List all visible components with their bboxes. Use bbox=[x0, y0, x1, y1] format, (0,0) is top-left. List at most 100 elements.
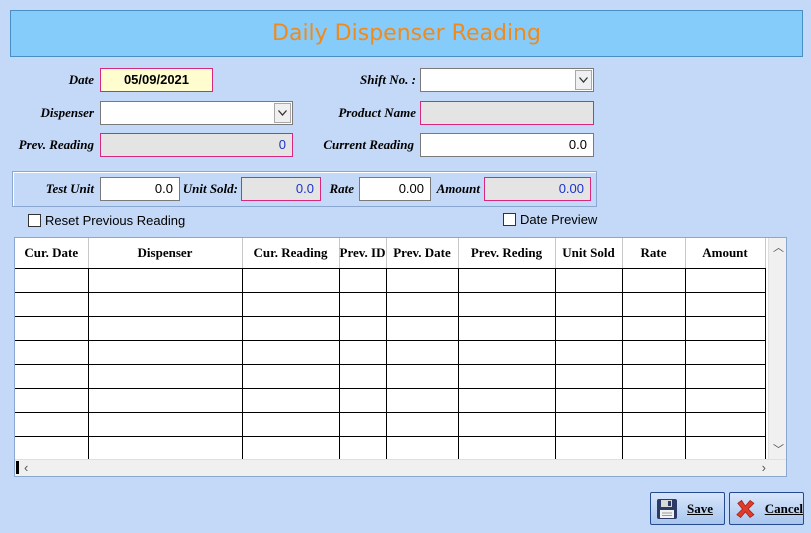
column-header[interactable]: Cur. Date bbox=[15, 238, 89, 269]
table-cell[interactable] bbox=[386, 436, 459, 461]
cancel-button[interactable]: Cancel bbox=[729, 492, 804, 525]
shift-select[interactable] bbox=[420, 68, 594, 92]
table-cell[interactable] bbox=[458, 436, 556, 461]
table-cell[interactable] bbox=[242, 364, 340, 389]
table-row[interactable] bbox=[15, 412, 766, 437]
table-cell[interactable] bbox=[555, 292, 623, 317]
column-header[interactable]: Prev. Reding bbox=[458, 238, 556, 269]
table-cell[interactable] bbox=[242, 436, 340, 461]
table-cell[interactable] bbox=[386, 268, 459, 293]
table-cell[interactable] bbox=[555, 268, 623, 293]
vertical-scrollbar[interactable]: ︿ ﹀ bbox=[768, 238, 786, 460]
table-cell[interactable] bbox=[15, 436, 89, 461]
table-cell[interactable] bbox=[15, 388, 89, 413]
table-cell[interactable] bbox=[685, 340, 766, 365]
table-cell[interactable] bbox=[88, 364, 243, 389]
column-header[interactable]: Amount bbox=[685, 238, 766, 269]
table-cell[interactable] bbox=[622, 388, 686, 413]
horizontal-scrollbar[interactable]: ‹ › bbox=[15, 459, 786, 476]
table-cell[interactable] bbox=[685, 292, 766, 317]
table-cell[interactable] bbox=[242, 268, 340, 293]
table-cell[interactable] bbox=[15, 412, 89, 437]
date-preview-checkbox[interactable]: Date Preview bbox=[503, 212, 597, 227]
table-cell[interactable] bbox=[88, 340, 243, 365]
table-cell[interactable] bbox=[622, 292, 686, 317]
table-cell[interactable] bbox=[15, 340, 89, 365]
table-cell[interactable] bbox=[15, 364, 89, 389]
table-cell[interactable] bbox=[339, 340, 387, 365]
column-header[interactable]: Rate bbox=[622, 238, 686, 269]
scroll-up-icon[interactable]: ︿ bbox=[773, 242, 784, 254]
table-row[interactable] bbox=[15, 292, 766, 317]
table-cell[interactable] bbox=[555, 364, 623, 389]
table-cell[interactable] bbox=[458, 340, 556, 365]
table-cell[interactable] bbox=[458, 412, 556, 437]
chevron-down-icon[interactable] bbox=[575, 70, 592, 90]
table-cell[interactable] bbox=[386, 412, 459, 437]
scroll-down-icon[interactable]: ﹀ bbox=[773, 444, 784, 456]
chevron-down-icon[interactable] bbox=[274, 103, 291, 123]
table-cell[interactable] bbox=[555, 388, 623, 413]
table-cell[interactable] bbox=[15, 316, 89, 341]
table-cell[interactable] bbox=[685, 316, 766, 341]
column-header[interactable]: Prev. ID bbox=[339, 238, 387, 269]
table-cell[interactable] bbox=[386, 364, 459, 389]
table-cell[interactable] bbox=[339, 388, 387, 413]
checkbox-box[interactable] bbox=[503, 213, 516, 226]
table-cell[interactable] bbox=[386, 340, 459, 365]
table-cell[interactable] bbox=[339, 292, 387, 317]
table-cell[interactable] bbox=[685, 268, 766, 293]
table-cell[interactable] bbox=[622, 340, 686, 365]
table-cell[interactable] bbox=[622, 364, 686, 389]
column-header[interactable]: Unit Sold bbox=[555, 238, 623, 269]
table-cell[interactable] bbox=[685, 436, 766, 461]
date-field[interactable]: 05/09/2021 bbox=[100, 68, 213, 92]
column-header[interactable]: Cur. Reading bbox=[242, 238, 340, 269]
table-row[interactable] bbox=[15, 316, 766, 341]
table-cell[interactable] bbox=[622, 268, 686, 293]
current-reading-input[interactable]: 0.0 bbox=[420, 133, 594, 157]
table-cell[interactable] bbox=[685, 412, 766, 437]
table-cell[interactable] bbox=[88, 412, 243, 437]
table-cell[interactable] bbox=[685, 364, 766, 389]
table-cell[interactable] bbox=[242, 340, 340, 365]
rate-input[interactable]: 0.00 bbox=[359, 177, 431, 201]
table-cell[interactable] bbox=[555, 412, 623, 437]
reset-previous-checkbox[interactable]: Reset Previous Reading bbox=[28, 213, 185, 228]
table-cell[interactable] bbox=[386, 388, 459, 413]
table-cell[interactable] bbox=[339, 436, 387, 461]
table-cell[interactable] bbox=[458, 388, 556, 413]
table-cell[interactable] bbox=[458, 316, 556, 341]
table-row[interactable] bbox=[15, 364, 766, 389]
table-cell[interactable] bbox=[458, 292, 556, 317]
table-cell[interactable] bbox=[339, 268, 387, 293]
table-cell[interactable] bbox=[555, 316, 623, 341]
dispenser-select[interactable] bbox=[100, 101, 293, 125]
table-cell[interactable] bbox=[622, 436, 686, 461]
table-cell[interactable] bbox=[88, 388, 243, 413]
table-cell[interactable] bbox=[88, 292, 243, 317]
table-cell[interactable] bbox=[386, 316, 459, 341]
table-cell[interactable] bbox=[458, 364, 556, 389]
checkbox-box[interactable] bbox=[28, 214, 41, 227]
scroll-left-icon[interactable]: ‹ bbox=[24, 461, 28, 474]
table-cell[interactable] bbox=[88, 436, 243, 461]
table-cell[interactable] bbox=[15, 292, 89, 317]
table-cell[interactable] bbox=[622, 412, 686, 437]
table-cell[interactable] bbox=[339, 364, 387, 389]
table-cell[interactable] bbox=[242, 388, 340, 413]
table-cell[interactable] bbox=[339, 316, 387, 341]
table-cell[interactable] bbox=[622, 316, 686, 341]
table-cell[interactable] bbox=[555, 436, 623, 461]
column-header[interactable]: Dispenser bbox=[88, 238, 243, 269]
table-cell[interactable] bbox=[685, 388, 766, 413]
table-row[interactable] bbox=[15, 388, 766, 413]
table-cell[interactable] bbox=[88, 316, 243, 341]
table-cell[interactable] bbox=[339, 412, 387, 437]
save-button[interactable]: Save bbox=[650, 492, 725, 525]
table-cell[interactable] bbox=[386, 292, 459, 317]
table-cell[interactable] bbox=[15, 268, 89, 293]
scroll-right-icon[interactable]: › bbox=[762, 461, 766, 474]
table-row[interactable] bbox=[15, 268, 766, 293]
table-cell[interactable] bbox=[242, 412, 340, 437]
